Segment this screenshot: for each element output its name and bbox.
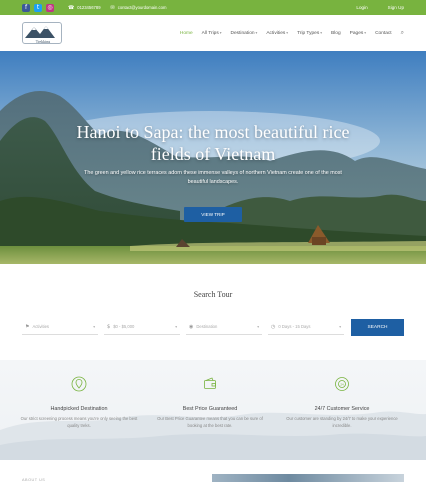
nav-item-pages[interactable]: Pages ▾ <box>350 31 366 36</box>
instagram-icon[interactable]: ◎ <box>46 3 54 12</box>
chevron-down-icon: ▾ <box>286 31 289 35</box>
signup-link[interactable]: Sign Up <box>388 5 404 10</box>
twitter-icon[interactable]: t <box>34 3 42 12</box>
nav-label: All Trips <box>201 30 219 36</box>
about-section-label: ABOUT US <box>22 478 46 482</box>
phone-number: 0123456789 <box>77 5 101 10</box>
feature-title: Best Price Guaranteed <box>182 406 238 412</box>
destination-select[interactable]: ◉ Destination ▾ <box>186 319 262 335</box>
email-contact[interactable]: ✉ contact@yourdomain.com <box>111 5 167 11</box>
duration-select[interactable]: ◷ 0 Days - 15 Days ▾ <box>268 319 344 335</box>
pin-icon: ⚑ <box>25 323 30 330</box>
features-section: Handpicked Destination Our strict screen… <box>0 360 426 460</box>
chevron-down-icon: ▾ <box>339 324 341 329</box>
destination-icon <box>71 376 87 392</box>
support-icon: 24 <box>335 377 349 391</box>
chevron-down-icon: ▾ <box>257 324 259 329</box>
search-icon[interactable]: ⌕ <box>401 29 404 37</box>
phone-contact[interactable]: ☎ 0123456789 <box>68 5 101 11</box>
search-form: ⚑ Activities ▾ $ $0 - $5,000 ▾ ◉ Destina… <box>22 318 404 336</box>
chevron-down-icon: ▾ <box>320 31 323 35</box>
nav-label: Activities <box>266 30 286 36</box>
feature-description: Our strict screening process means you'r… <box>20 416 138 428</box>
nav-item-home[interactable]: Home <box>180 31 193 36</box>
clock-icon: ◷ <box>271 323 276 330</box>
about-image <box>212 474 404 482</box>
search-section-title: Search Tour <box>193 290 233 299</box>
feature-handpicked: Handpicked Destination Our strict screen… <box>19 376 139 429</box>
nav-item-activities[interactable]: Activities ▾ <box>266 31 288 36</box>
feature-title: 24/7 Customer Service <box>314 406 370 412</box>
map-icon: ◉ <box>189 323 194 330</box>
dollar-icon: $ <box>107 323 111 330</box>
nav-label: Destination <box>230 30 255 36</box>
nav-item-all-trips[interactable]: All Trips ▾ <box>202 31 222 36</box>
feature-customer-service: 24 24/7 Customer Service Our customer ar… <box>282 376 402 429</box>
feature-best-price: Best Price Guaranteed Our Best Price Gua… <box>150 376 270 429</box>
chevron-down-icon: ▾ <box>93 324 95 329</box>
hero-title: Hanoi to Sapa: the most beautiful rice f… <box>76 122 350 164</box>
nav-item-blog[interactable]: Blog <box>331 31 341 36</box>
nav-label: Trip Types <box>297 30 320 36</box>
duration-placeholder: 0 Days - 15 Days <box>278 324 311 329</box>
site-logo[interactable]: Trekking <box>22 22 62 44</box>
chevron-down-icon: ▾ <box>175 324 177 329</box>
nav-label: Contact <box>375 30 392 36</box>
facebook-icon[interactable]: f <box>22 3 30 12</box>
nav-label: Blog <box>331 30 341 36</box>
view-trip-button[interactable]: VIEW TRIP <box>184 207 242 222</box>
destination-placeholder: Destination <box>196 324 218 329</box>
chevron-down-icon: ▾ <box>255 31 258 35</box>
top-bar: f t ◎ ☎ 0123456789 ✉ contact@yourdomain.… <box>0 0 426 15</box>
wallet-icon <box>204 377 216 389</box>
nav-label: Home <box>179 30 193 36</box>
social-links: f t ◎ <box>22 3 54 12</box>
nav-item-destination[interactable]: Destination ▾ <box>231 31 258 36</box>
price-select[interactable]: $ $0 - $5,000 ▾ <box>104 319 180 335</box>
email-address: contact@yourdomain.com <box>117 5 167 10</box>
search-button[interactable]: SEARCH <box>351 318 404 336</box>
activities-select[interactable]: ⚑ Activities ▾ <box>22 319 98 335</box>
site-header: Trekking Home All Trips ▾ Destination ▾ Ac… <box>0 15 426 51</box>
hero-subtitle: The green and yellow rice terraces adorn… <box>84 170 342 185</box>
svg-text:24: 24 <box>340 382 344 386</box>
feature-title: Handpicked Destination <box>50 406 108 412</box>
nav-label: Pages <box>349 30 364 36</box>
main-nav: Home All Trips ▾ Destination ▾ Activities ▾… <box>180 29 404 37</box>
nav-item-trip-types[interactable]: Trip Types ▾ <box>297 31 322 36</box>
price-placeholder: $0 - $5,000 <box>113 324 135 329</box>
phone-icon: ☎ <box>68 4 75 11</box>
chevron-down-icon: ▾ <box>219 31 222 35</box>
feature-description: Our Best Price Guarantee means that you … <box>157 416 263 428</box>
feature-description: Our customer are standing by 24/7 to mak… <box>286 416 398 428</box>
envelope-icon: ✉ <box>110 4 115 11</box>
nav-item-contact[interactable]: Contact <box>375 31 392 36</box>
logo-text: Trekking <box>36 39 51 44</box>
auth-links: Login Sign Up <box>356 5 404 10</box>
hero-banner: Hanoi to Sapa: the most beautiful rice f… <box>0 51 426 264</box>
chevron-down-icon: ▾ <box>364 31 367 35</box>
activities-placeholder: Activities <box>32 324 50 329</box>
login-link[interactable]: Login <box>356 5 367 10</box>
